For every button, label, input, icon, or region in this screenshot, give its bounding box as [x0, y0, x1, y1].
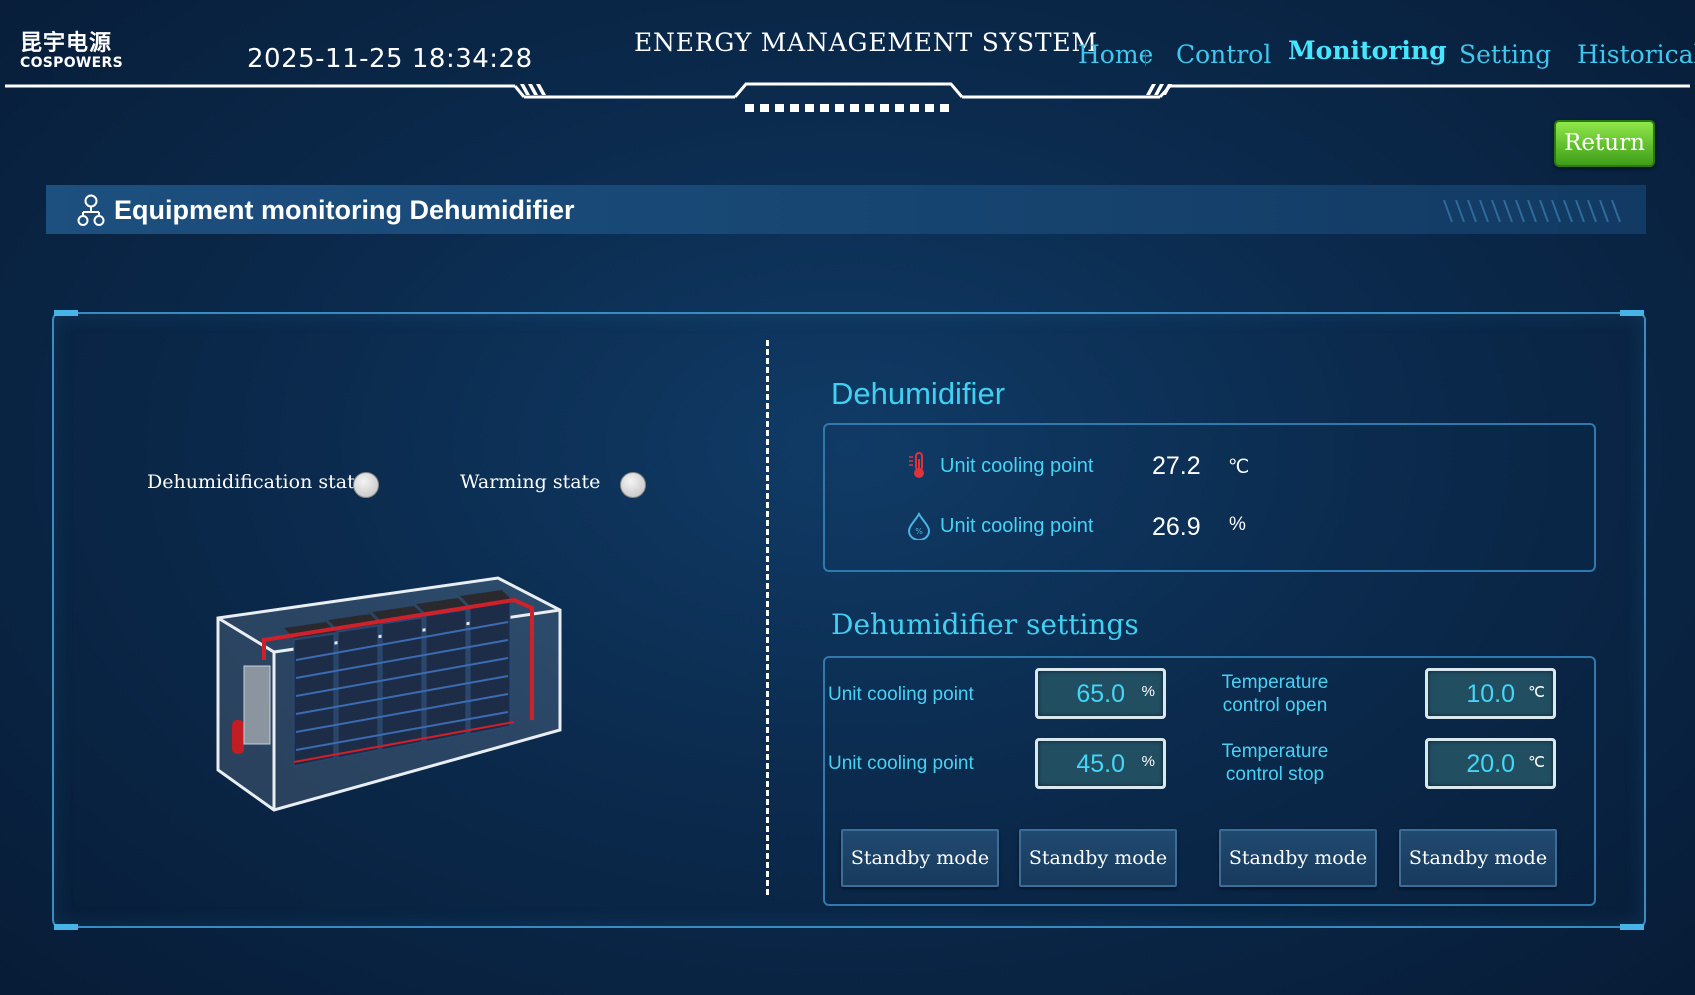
- company-logo: 昆宇电源 COSPOWERS: [20, 31, 123, 71]
- warming-state-label: Warming state: [460, 471, 601, 493]
- reading-value-humidity: 26.9: [1152, 513, 1201, 541]
- return-button[interactable]: Return: [1554, 120, 1655, 167]
- setting-value: 20.0: [1466, 750, 1515, 778]
- settings-heading: Dehumidifier settings: [831, 608, 1139, 641]
- decorative-stripes: [1443, 200, 1621, 222]
- setting-input-temp-control-open[interactable]: 10.0 ℃: [1425, 668, 1556, 719]
- section-title-bar: Equipment monitoring Dehumidifier: [46, 185, 1646, 234]
- panel-corner: [54, 310, 78, 316]
- standby-mode-button-4[interactable]: Standby mode: [1399, 829, 1557, 887]
- reading-unit-humidity: %: [1229, 514, 1246, 535]
- nav-home[interactable]: Home: [1078, 40, 1153, 76]
- label-line: Temperature: [1221, 741, 1329, 762]
- nav-setting[interactable]: Setting: [1459, 40, 1551, 76]
- setting-value: 45.0: [1076, 750, 1125, 778]
- panel-divider: [766, 340, 769, 895]
- standby-mode-button-3[interactable]: Standby mode: [1219, 829, 1377, 887]
- panel-corner: [54, 924, 78, 930]
- setting-input-temp-control-stop[interactable]: 20.0 ℃: [1425, 738, 1556, 789]
- setting-label-cooling-point-1: Unit cooling point: [828, 684, 974, 705]
- svg-text:%: %: [915, 527, 923, 536]
- setting-unit: %: [1141, 683, 1155, 700]
- nav-monitoring[interactable]: Monitoring: [1288, 36, 1447, 72]
- setting-value: 10.0: [1466, 680, 1515, 708]
- setting-value: 65.0: [1076, 680, 1125, 708]
- container-illustration: [216, 576, 562, 812]
- reading-value-temperature: 27.2: [1152, 452, 1201, 480]
- setting-unit: ℃: [1528, 754, 1545, 771]
- current-datetime: 2025-11-25 18:34:28: [247, 44, 533, 74]
- nav-control[interactable]: Control: [1176, 40, 1271, 76]
- reading-label-humidity: Unit cooling point: [940, 515, 1094, 537]
- nav-separator: [1145, 50, 1146, 66]
- thermometer-icon: [909, 452, 924, 478]
- label-line: Temperature: [1221, 672, 1329, 693]
- section-title: Equipment monitoring Dehumidifier: [114, 195, 575, 225]
- standby-mode-button-1[interactable]: Standby mode: [841, 829, 999, 887]
- reading-unit-temperature: ℃: [1228, 457, 1250, 478]
- setting-unit: %: [1141, 753, 1155, 770]
- logo-en-text: COSPOWERS: [20, 55, 123, 71]
- reading-label-temperature: Unit cooling point: [940, 455, 1094, 477]
- label-line: control stop: [1225, 764, 1325, 785]
- nav-historical[interactable]: Historical: [1577, 40, 1695, 76]
- setting-input-cooling-point-2[interactable]: 45.0 %: [1035, 738, 1166, 789]
- equipment-icon: [77, 194, 105, 226]
- dehumidification-state-indicator: [353, 472, 379, 498]
- dehumidification-state-label: Dehumidification state: [147, 471, 366, 493]
- standby-mode-button-2[interactable]: Standby mode: [1019, 829, 1177, 887]
- setting-input-cooling-point-1[interactable]: 65.0 %: [1035, 668, 1166, 719]
- panel-corner: [1620, 924, 1644, 930]
- setting-unit: ℃: [1528, 684, 1545, 701]
- humidity-drop-icon: %: [907, 512, 931, 540]
- system-title: ENERGY MANAGEMENT SYSTEM: [634, 28, 1098, 57]
- panel-corner: [1620, 310, 1644, 316]
- label-line: control open: [1222, 695, 1328, 716]
- setting-label-temp-control-open: Temperature control open: [1210, 671, 1340, 717]
- dehumidifier-heading: Dehumidifier: [831, 376, 1006, 411]
- dehumidifier-readings-box: [823, 423, 1596, 572]
- warming-state-indicator: [620, 472, 646, 498]
- setting-label-cooling-point-2: Unit cooling point: [828, 753, 974, 774]
- logo-cn-text: 昆宇电源: [20, 31, 113, 56]
- setting-label-temp-control-stop: Temperature control stop: [1210, 740, 1340, 786]
